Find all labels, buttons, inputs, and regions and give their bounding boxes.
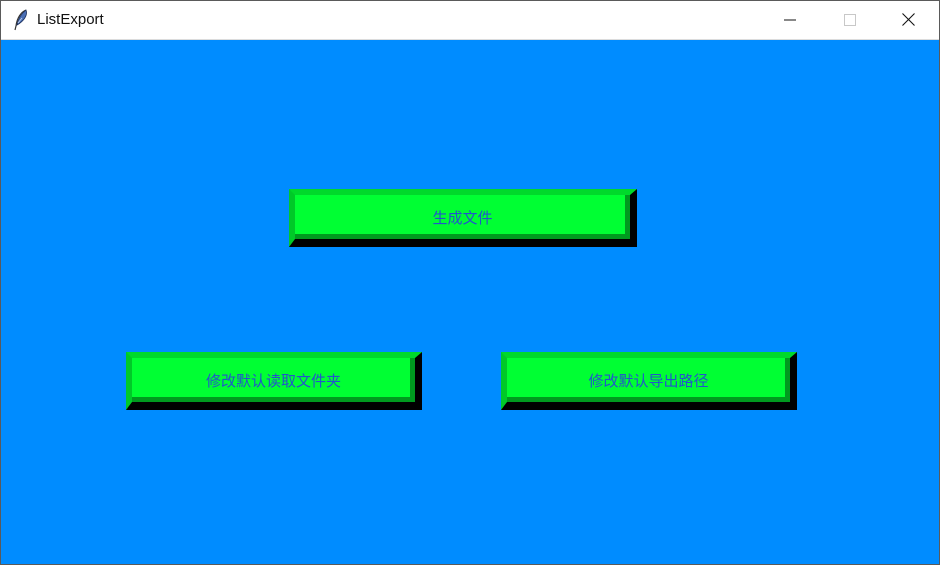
feather-icon (12, 9, 30, 31)
app-window: ListExport 生成文件 修改默认读取文件夹 修改默认导出路径 (0, 0, 940, 565)
close-button[interactable] (885, 1, 931, 39)
minimize-icon (784, 11, 796, 30)
change-read-folder-button[interactable]: 修改默认读取文件夹 (126, 352, 422, 410)
maximize-icon (844, 11, 856, 30)
maximize-button[interactable] (827, 1, 873, 39)
generate-file-button[interactable]: 生成文件 (289, 189, 637, 247)
close-icon (901, 11, 915, 30)
main-panel: 生成文件 修改默认读取文件夹 修改默认导出路径 (1, 40, 939, 564)
change-export-path-label: 修改默认导出路径 (588, 371, 709, 390)
window-title: ListExport (37, 11, 104, 28)
minimize-button[interactable] (767, 1, 813, 39)
change-read-folder-label: 修改默认读取文件夹 (205, 371, 341, 390)
title-bar[interactable]: ListExport (1, 1, 939, 40)
change-export-path-button[interactable]: 修改默认导出路径 (501, 352, 797, 410)
generate-file-label: 生成文件 (432, 208, 493, 227)
